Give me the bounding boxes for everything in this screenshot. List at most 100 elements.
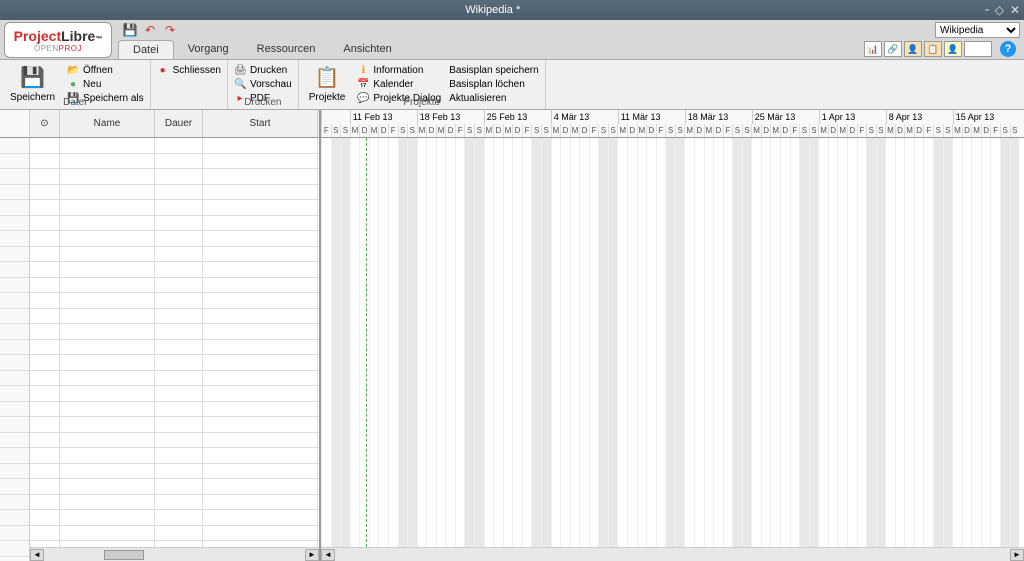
table-row[interactable] — [30, 386, 319, 402]
table-row[interactable] — [30, 278, 319, 294]
table-row[interactable] — [30, 510, 319, 526]
no-subwindow-icon[interactable]: 👤 — [944, 41, 962, 57]
row-number[interactable] — [0, 371, 29, 387]
row-number[interactable] — [0, 417, 29, 433]
report-view-icon[interactable]: 📋 — [924, 41, 942, 57]
gantt-week-header: 15 Apr 13 — [953, 110, 1020, 124]
row-number[interactable] — [0, 541, 29, 557]
gantt-scroll-left-button[interactable]: ◄ — [321, 549, 335, 561]
gantt-day-header: M — [684, 124, 694, 138]
row-number[interactable] — [0, 355, 29, 371]
table-row[interactable] — [30, 185, 319, 201]
table-row[interactable] — [30, 355, 319, 371]
table-row[interactable] — [30, 448, 319, 464]
gantt-day-header: D — [579, 124, 589, 138]
app-logo[interactable]: ProjectLibre™ OPENPROJ — [4, 22, 112, 58]
column-header-start[interactable]: Start — [203, 110, 318, 137]
row-number[interactable] — [0, 479, 29, 495]
minimize-button[interactable]: ╶ — [981, 3, 988, 17]
table-row[interactable] — [30, 231, 319, 247]
gantt-view-icon[interactable]: 📊 — [864, 41, 882, 57]
gantt-scroll-right-button[interactable]: ► — [1010, 549, 1024, 561]
row-number[interactable] — [0, 154, 29, 170]
column-header-dauer[interactable]: Dauer — [155, 110, 203, 137]
blank-view-icon[interactable] — [964, 41, 992, 57]
maximize-button[interactable]: ◇ — [995, 3, 1004, 17]
ribbon-group-2: 🖨Drucken🔍Vorschau▸PDFDrucken — [228, 60, 299, 109]
row-number[interactable] — [0, 495, 29, 511]
table-row[interactable] — [30, 479, 319, 495]
row-number[interactable] — [0, 200, 29, 216]
table-row[interactable] — [30, 200, 319, 216]
table-row[interactable] — [30, 247, 319, 263]
tab-vorgang[interactable]: Vorgang — [174, 40, 243, 59]
project-select[interactable]: Wikipedia — [935, 22, 1020, 38]
row-number[interactable] — [0, 309, 29, 325]
save-icon[interactable]: 💾 — [122, 22, 138, 38]
table-row[interactable] — [30, 402, 319, 418]
table-row[interactable] — [30, 138, 319, 154]
table-row[interactable] — [30, 417, 319, 433]
schliessen-button[interactable]: ●Schliessen — [157, 64, 221, 77]
row-number[interactable] — [0, 402, 29, 418]
table-row[interactable] — [30, 371, 319, 387]
redo-icon[interactable]: ↷ — [162, 22, 178, 38]
table-row[interactable] — [30, 169, 319, 185]
row-number[interactable] — [0, 526, 29, 542]
basisplan-löchen-button[interactable]: Basisplan löchen — [449, 78, 539, 91]
row-number[interactable] — [0, 216, 29, 232]
table-row[interactable] — [30, 324, 319, 340]
resource-view-icon[interactable]: 👤 — [904, 41, 922, 57]
table-row[interactable] — [30, 433, 319, 449]
row-number[interactable] — [0, 231, 29, 247]
drucken-button[interactable]: 🖨Drucken — [234, 64, 292, 77]
gantt-body[interactable] — [321, 138, 1024, 547]
öffnen-button[interactable]: 📂Öffnen — [67, 64, 144, 77]
row-number[interactable] — [0, 324, 29, 340]
row-number[interactable] — [0, 510, 29, 526]
table-row[interactable] — [30, 262, 319, 278]
network-view-icon[interactable]: 🔗 — [884, 41, 902, 57]
task-table-body[interactable] — [30, 138, 319, 547]
row-number[interactable] — [0, 247, 29, 263]
row-number[interactable] — [0, 278, 29, 294]
vorschau-button[interactable]: 🔍Vorschau — [234, 78, 292, 91]
gantt-scrollbar[interactable]: ◄ ► — [321, 547, 1024, 561]
row-number[interactable] — [0, 185, 29, 201]
tab-ressourcen[interactable]: Ressourcen — [243, 40, 330, 59]
row-number[interactable] — [0, 293, 29, 309]
table-row[interactable] — [30, 293, 319, 309]
tab-datei[interactable]: Datei — [118, 40, 174, 59]
row-number[interactable] — [0, 138, 29, 154]
scroll-thumb[interactable] — [104, 550, 144, 560]
table-scrollbar[interactable]: ◄ ► — [30, 547, 319, 561]
row-number[interactable] — [0, 433, 29, 449]
column-header-name[interactable]: Name — [60, 110, 155, 137]
column-header-indicator[interactable]: ⊙ — [30, 110, 60, 137]
close-button[interactable]: ✕ — [1010, 3, 1020, 17]
row-number[interactable] — [0, 464, 29, 480]
table-row[interactable] — [30, 526, 319, 542]
basisplan-speichern-button[interactable]: Basisplan speichern — [449, 64, 539, 77]
kalender-button[interactable]: 📅Kalender — [357, 78, 441, 91]
gantt-day-header: M — [350, 124, 360, 138]
table-row[interactable] — [30, 216, 319, 232]
row-number[interactable] — [0, 386, 29, 402]
table-row[interactable] — [30, 464, 319, 480]
row-number[interactable] — [0, 448, 29, 464]
table-row[interactable] — [30, 495, 319, 511]
information-button[interactable]: ℹInformation — [357, 64, 441, 77]
scroll-left-button[interactable]: ◄ — [30, 549, 44, 561]
table-row[interactable] — [30, 340, 319, 356]
tab-ansichten[interactable]: Ansichten — [329, 40, 405, 59]
scroll-right-button[interactable]: ► — [305, 549, 319, 561]
task-table-header: ⊙NameDauerStart — [30, 110, 319, 138]
row-number[interactable] — [0, 262, 29, 278]
undo-icon[interactable]: ↶ — [142, 22, 158, 38]
neu-button[interactable]: ●Neu — [67, 78, 144, 91]
table-row[interactable] — [30, 154, 319, 170]
help-icon[interactable]: ? — [1000, 41, 1016, 57]
row-number[interactable] — [0, 340, 29, 356]
table-row[interactable] — [30, 309, 319, 325]
row-number[interactable] — [0, 169, 29, 185]
